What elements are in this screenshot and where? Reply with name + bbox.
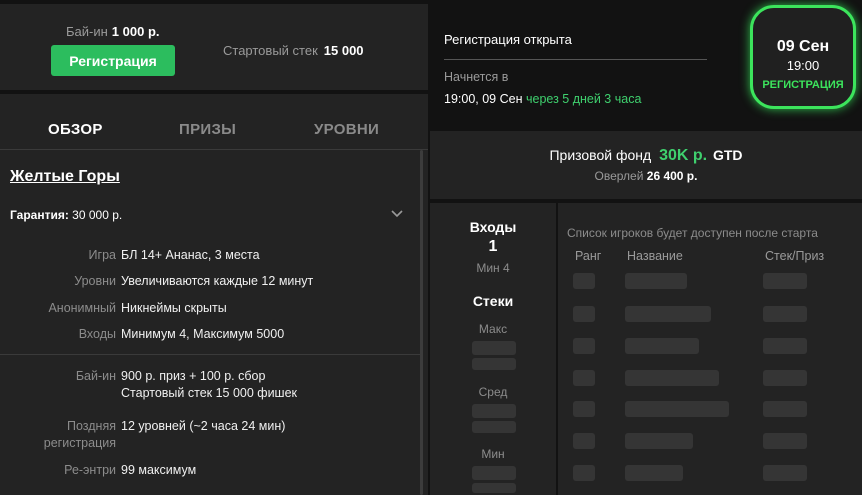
stack-avg-label: Сред: [478, 385, 508, 399]
entries-panel: Входы 1 Мин 4 Стеки Макс Сред Мин: [430, 203, 556, 495]
prize-pool-label: Призовой фонд: [549, 147, 652, 163]
starting-stack-label: Стартовый стек: [223, 43, 318, 58]
stack-max-placeholder: [472, 341, 516, 355]
starting-stack-summary: Стартовый стек 15 000: [223, 43, 364, 58]
detail-key: Уровни: [74, 274, 116, 288]
stack-avg-placeholder: [472, 404, 516, 418]
prize-pool-gtd: GTD: [712, 147, 743, 163]
column-rank: Ранг: [575, 249, 602, 263]
detail-value: 99 максимум: [121, 463, 197, 477]
detail-key: Анонимный: [48, 301, 116, 315]
tournament-title[interactable]: Желтые Горы: [10, 168, 120, 186]
placeholder-rank: [573, 465, 595, 481]
detail-value: Увеличиваются каждые 12 минут: [121, 274, 314, 288]
badge-date: 09 Сен: [776, 38, 830, 55]
placeholder-name: [625, 306, 711, 322]
start-datetime: 19:00, 09 Сен: [444, 92, 523, 106]
overlay-value: 26 400 р.: [646, 169, 698, 183]
placeholder-stack: [763, 338, 807, 354]
tab-prizes[interactable]: ПРИЗЫ: [179, 121, 236, 138]
placeholder-name: [625, 273, 687, 289]
detail-value: БЛ 14+ Ананас, 3 места: [121, 248, 260, 262]
registration-badge[interactable]: 09 Сен 19:00 РЕГИСТРАЦИЯ: [750, 5, 856, 109]
placeholder-stack: [763, 306, 807, 322]
detail-key: Ре-энтри: [64, 463, 116, 477]
tournament-details: ОБЗОР ПРИЗЫ УРОВНИ Желтые Горы Гарантия:…: [0, 94, 428, 495]
detail-key: регистрация: [43, 436, 116, 450]
column-stack-prize: Стек/Приз: [765, 249, 825, 263]
buyin-summary: Бай-ин 1 000 р.: [66, 24, 160, 39]
guarantee-label: Гарантия:: [10, 208, 69, 222]
overlay-label: Оверлей: [594, 169, 644, 183]
placeholder-name: [625, 370, 719, 386]
right-panel: Регистрация открыта Начнется в 19:00, 09…: [428, 0, 862, 495]
registration-card: Бай-ин 1 000 р. Регистрация Стартовый сте…: [0, 4, 428, 90]
placeholder-name: [625, 338, 699, 354]
entries-label: Входы: [469, 219, 517, 235]
placeholder-stack: [763, 370, 807, 386]
badge-label: РЕГИСТРАЦИЯ: [762, 79, 844, 91]
guarantee-row[interactable]: Гарантия: 30 000 р.: [10, 208, 122, 222]
entries-count: 1: [488, 238, 498, 255]
placeholder-name: [625, 401, 729, 417]
tab-levels[interactable]: УРОВНИ: [314, 121, 379, 138]
placeholder-stack: [763, 433, 807, 449]
stack-min-placeholder: [472, 466, 516, 480]
stack-max-placeholder-2: [472, 358, 516, 370]
tab-bar: ОБЗОР ПРИЗЫ УРОВНИ: [0, 94, 428, 150]
placeholder-stack: [763, 273, 807, 289]
register-button[interactable]: Регистрация: [51, 45, 175, 76]
overlay-line: Оверлей 26 400 р.: [430, 169, 862, 183]
prize-pool-amount: 30K р.: [659, 147, 708, 164]
stacks-label: Стеки: [472, 293, 514, 309]
guarantee-value: 30 000 р.: [72, 208, 123, 222]
placeholder-rank: [573, 338, 595, 354]
buyin-label: Бай-ин: [66, 24, 108, 39]
stack-avg-placeholder-2: [472, 421, 516, 433]
placeholder-stack: [763, 401, 807, 417]
detail-value: Минимум 4, Максимум 5000: [121, 327, 285, 341]
registration-status: Регистрация открыта: [444, 32, 572, 47]
players-panel: Список игроков будет доступен после стар…: [558, 203, 862, 495]
placeholder-name: [625, 433, 693, 449]
placeholder-rank: [573, 370, 595, 386]
placeholder-rank: [573, 306, 595, 322]
entries-min: Мин 4: [476, 261, 510, 275]
detail-value: 900 р. приз + 100 р. сбор: [121, 369, 266, 383]
chevron-down-icon[interactable]: [390, 206, 404, 220]
placeholder-stack: [763, 465, 807, 481]
players-note: Список игроков будет доступен после стар…: [567, 226, 818, 240]
detail-key: Игра: [88, 248, 116, 262]
stack-min-label: Мин: [481, 447, 505, 461]
placeholder-rank: [573, 273, 595, 289]
column-name: Название: [627, 249, 683, 263]
status-divider: [444, 59, 707, 60]
detail-key: Бай-ин: [75, 369, 116, 383]
detail-value: Никнеймы скрыты: [121, 301, 227, 315]
detail-value: 12 уровней (~2 часа 24 мин): [121, 419, 286, 433]
left-panel: Бай-ин 1 000 р. Регистрация Стартовый сте…: [0, 0, 428, 495]
detail-key: Поздняя: [67, 419, 116, 433]
placeholder-rank: [573, 401, 595, 417]
stack-min-placeholder-2: [472, 483, 516, 493]
prize-pool-line: Призовой фонд 30K р. GTD: [430, 147, 862, 165]
detail-key: Входы: [78, 327, 116, 341]
detail-value: Стартовый стек 15 000 фишек: [121, 386, 298, 400]
placeholder-name: [625, 465, 683, 481]
start-countdown: через 5 дней 3 часа: [525, 92, 642, 106]
prize-pool-card: Призовой фонд 30K р. GTD Оверлей 26 400 …: [430, 131, 862, 199]
tab-overview[interactable]: ОБЗОР: [48, 121, 103, 138]
buyin-value: 1 000 р.: [111, 24, 160, 39]
starting-stack-value: 15 000: [323, 43, 364, 58]
badge-time: 19:00: [786, 58, 820, 73]
section-divider: [0, 354, 420, 355]
starts-label: Начнется в: [444, 70, 509, 84]
start-time: 19:00, 09 Сен через 5 дней 3 часа: [444, 92, 641, 106]
stack-max-label: Макс: [478, 322, 508, 336]
scrollbar[interactable]: [420, 150, 423, 495]
placeholder-rank: [573, 433, 595, 449]
